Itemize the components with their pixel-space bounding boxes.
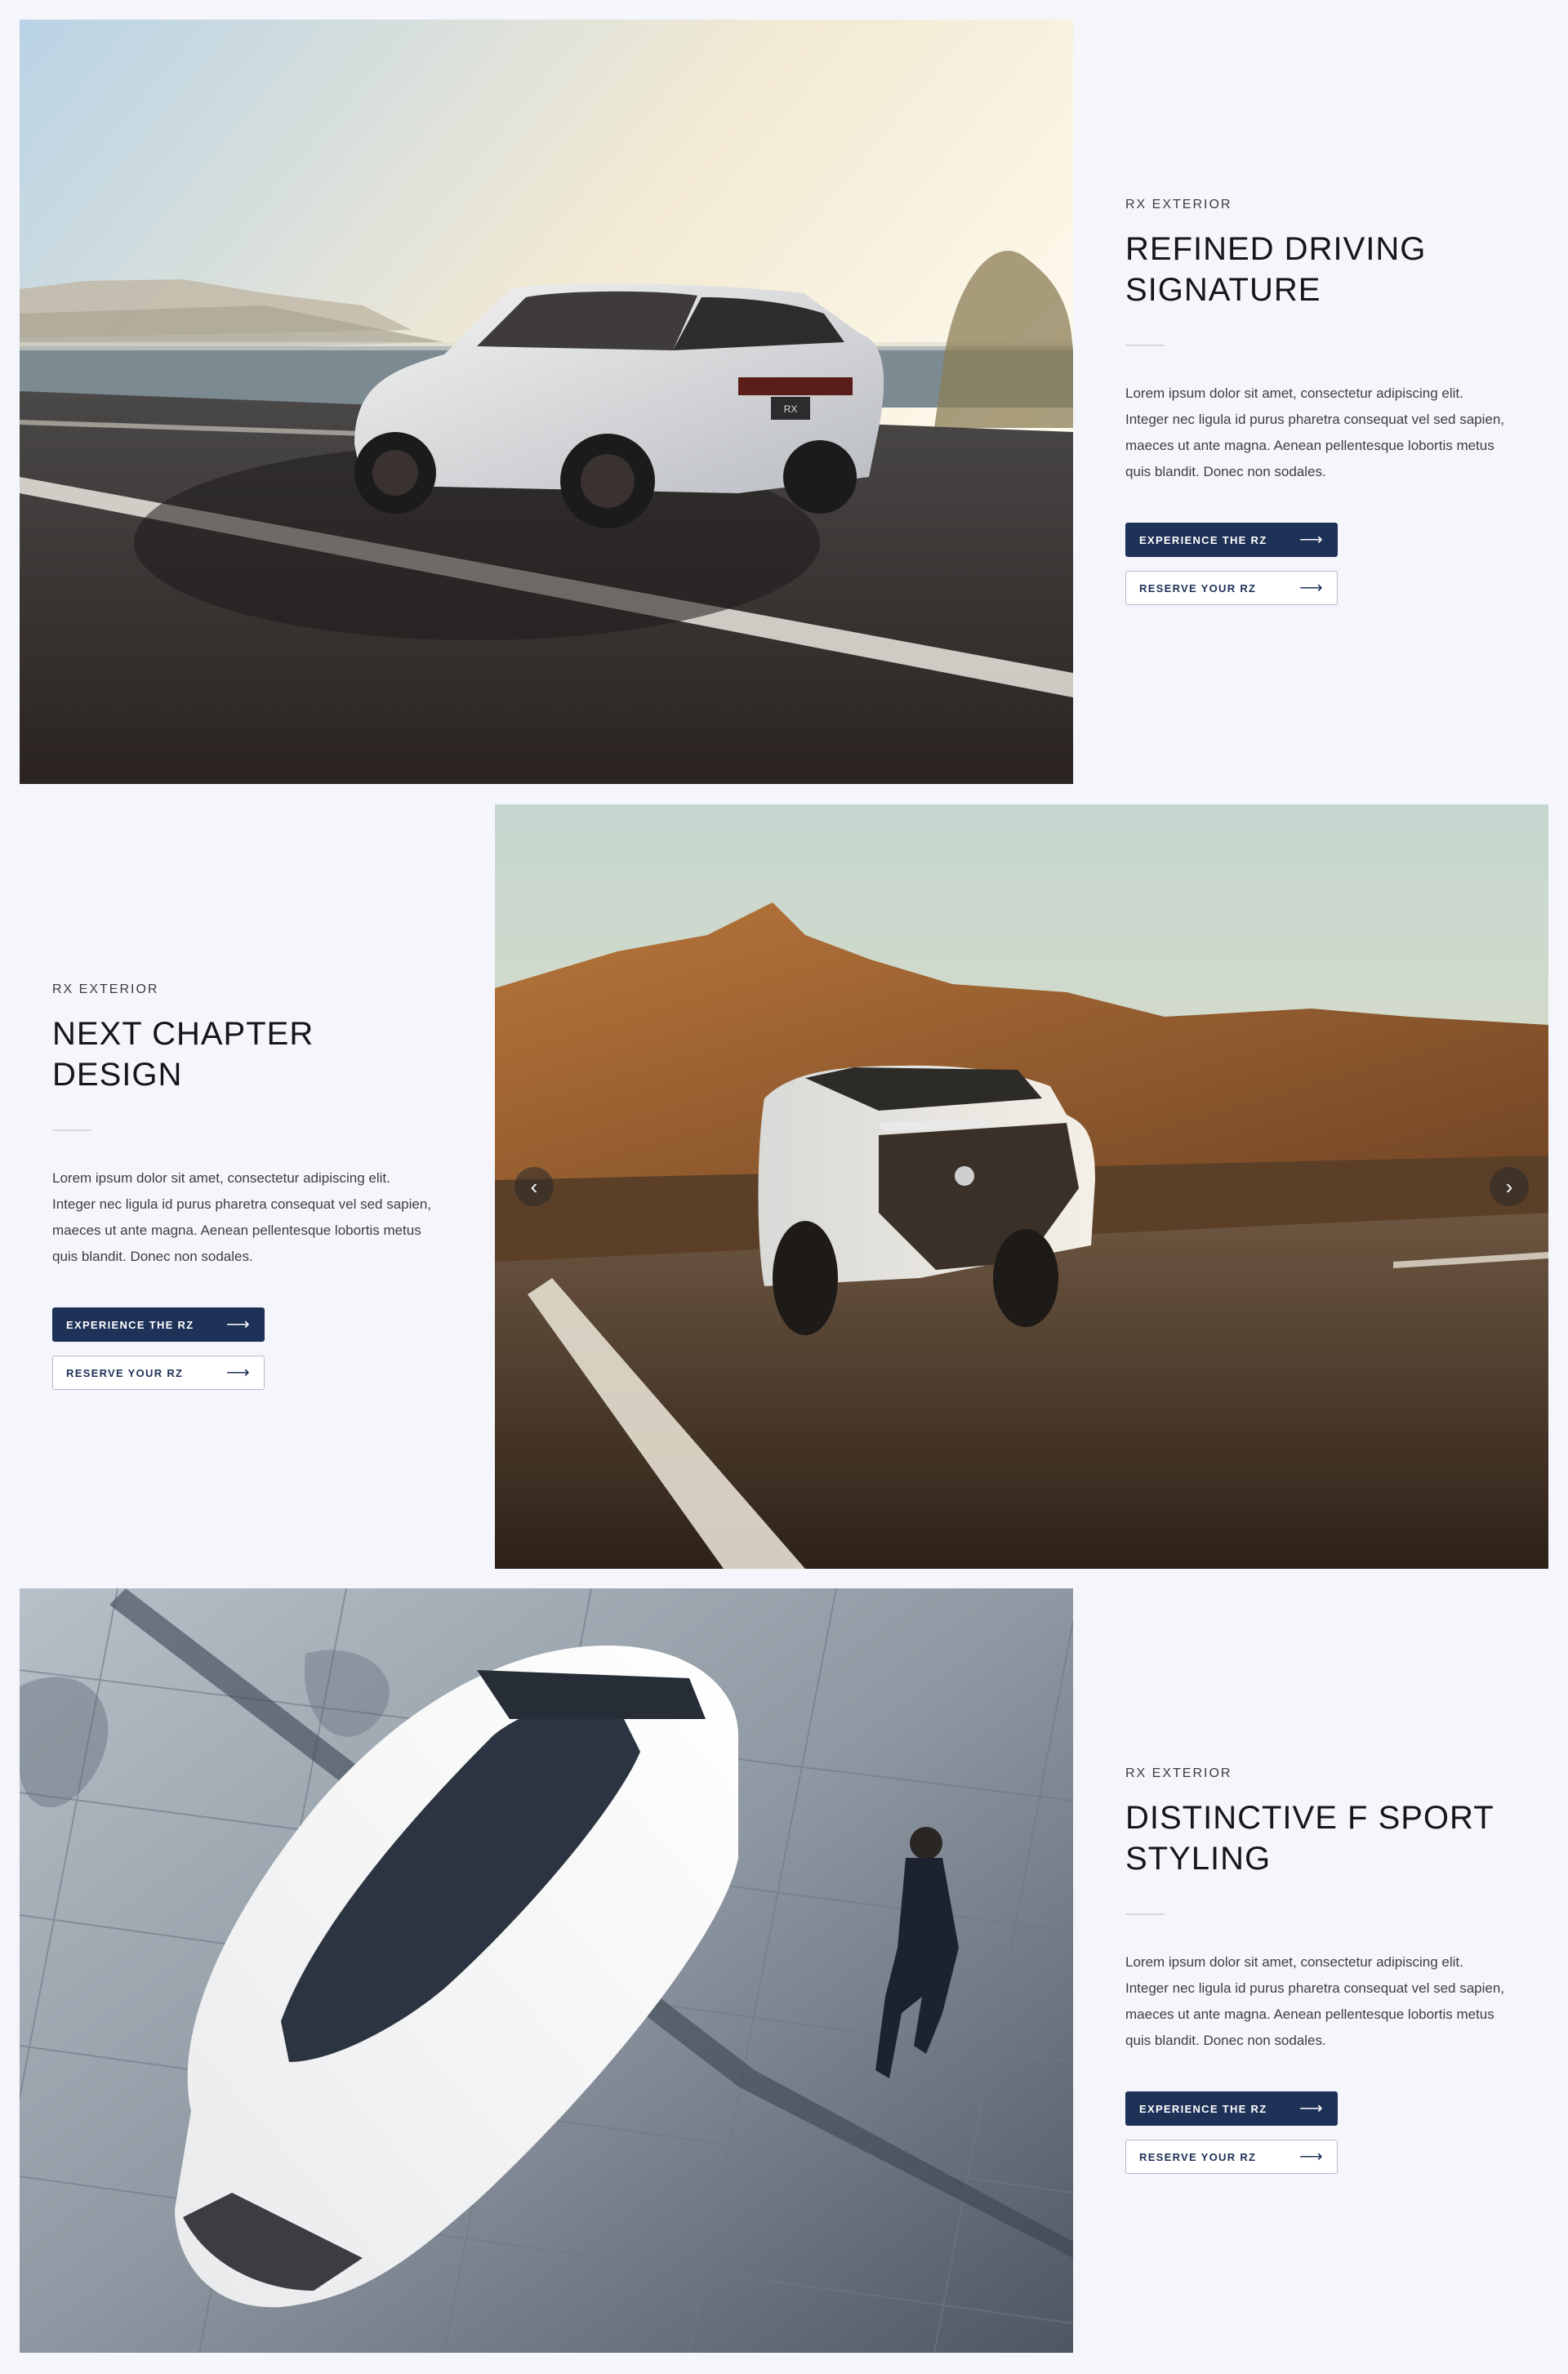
carousel-next-button[interactable]: › bbox=[1490, 1167, 1529, 1206]
text-block: RX EXTERIOR REFINED DRIVING SIGNATURE Lo… bbox=[1125, 198, 1517, 605]
eyebrow-label: RX EXTERIOR bbox=[52, 982, 159, 996]
divider bbox=[1125, 345, 1165, 346]
car-image-carousel: ‹ › bbox=[495, 804, 1548, 1569]
chevron-right-icon: › bbox=[1505, 1174, 1513, 1199]
divider bbox=[1125, 1913, 1165, 1915]
button-group: EXPERIENCE THE RZ ⟶ RESERVE YOUR RZ ⟶ bbox=[1125, 523, 1517, 605]
section-description: Lorem ipsum dolor sit amet, consectetur … bbox=[1125, 385, 1505, 479]
arrow-right-icon: ⟶ bbox=[1299, 2100, 1324, 2118]
section-title: REFINED DRIVING SIGNATURE bbox=[1125, 229, 1517, 310]
car-coastal-photo: RX bbox=[20, 20, 1073, 784]
chevron-left-icon: ‹ bbox=[530, 1174, 538, 1199]
experience-button[interactable]: EXPERIENCE THE RZ ⟶ bbox=[52, 1307, 265, 1342]
section-title-line-1: DISTINCTIVE F SPORT bbox=[1125, 1800, 1494, 1836]
arrow-right-icon: ⟶ bbox=[226, 1364, 251, 1382]
car-desert-photo bbox=[495, 804, 1548, 1569]
section-title-line-2: STYLING bbox=[1125, 1841, 1272, 1877]
divider bbox=[52, 1129, 91, 1131]
text-block: RX EXTERIOR DISTINCTIVE F SPORT STYLING … bbox=[1125, 1766, 1517, 2174]
experience-button-label: EXPERIENCE THE RZ bbox=[1139, 2102, 1267, 2115]
section-title-line-1: NEXT CHAPTER bbox=[52, 1016, 314, 1052]
reserve-button[interactable]: RESERVE YOUR RZ ⟶ bbox=[1125, 2140, 1338, 2174]
arrow-right-icon: ⟶ bbox=[1299, 531, 1324, 549]
carousel-prev-button[interactable]: ‹ bbox=[514, 1167, 554, 1206]
eyebrow-label: RX EXTERIOR bbox=[1125, 1766, 1232, 1780]
text-block: RX EXTERIOR NEXT CHAPTER DESIGN Lorem ip… bbox=[52, 982, 444, 1390]
section-title-line-2: DESIGN bbox=[52, 1057, 183, 1093]
section-title-line-2: SIGNATURE bbox=[1125, 272, 1321, 308]
feature-section-next-chapter: RX EXTERIOR NEXT CHAPTER DESIGN Lorem ip… bbox=[0, 804, 1568, 1569]
experience-button-label: EXPERIENCE THE RZ bbox=[1139, 533, 1267, 546]
eyebrow-label: RX EXTERIOR bbox=[1125, 198, 1232, 212]
section-title-line-1: REFINED DRIVING bbox=[1125, 231, 1427, 267]
experience-button[interactable]: EXPERIENCE THE RZ ⟶ bbox=[1125, 523, 1338, 557]
license-plate-text: RX bbox=[784, 403, 798, 415]
reserve-button-label: RESERVE YOUR RZ bbox=[1139, 2150, 1257, 2163]
experience-button[interactable]: EXPERIENCE THE RZ ⟶ bbox=[1125, 2091, 1338, 2126]
reserve-button[interactable]: RESERVE YOUR RZ ⟶ bbox=[52, 1356, 265, 1390]
feature-section-f-sport: RX EXTERIOR DISTINCTIVE F SPORT STYLING … bbox=[0, 1588, 1568, 2353]
arrow-right-icon: ⟶ bbox=[226, 1316, 251, 1334]
section-description: Lorem ipsum dolor sit amet, consectetur … bbox=[52, 1170, 432, 1264]
section-title: NEXT CHAPTER DESIGN bbox=[52, 1013, 444, 1095]
reserve-button-label: RESERVE YOUR RZ bbox=[66, 1366, 184, 1379]
car-overhead-photo bbox=[20, 1588, 1073, 2353]
arrow-right-icon: ⟶ bbox=[1299, 579, 1324, 597]
section-description: Lorem ipsum dolor sit amet, consectetur … bbox=[1125, 1954, 1505, 2048]
button-group: EXPERIENCE THE RZ ⟶ RESERVE YOUR RZ ⟶ bbox=[1125, 2091, 1517, 2174]
car-image-coastal-road: RX bbox=[20, 20, 1073, 784]
car-image-overhead bbox=[20, 1588, 1073, 2353]
reserve-button-label: RESERVE YOUR RZ bbox=[1139, 581, 1257, 595]
feature-section-refined-driving: RX RX EXTERIOR REFINED DRIVING SIGNATURE… bbox=[0, 20, 1568, 784]
button-group: EXPERIENCE THE RZ ⟶ RESERVE YOUR RZ ⟶ bbox=[52, 1307, 444, 1390]
section-title: DISTINCTIVE F SPORT STYLING bbox=[1125, 1797, 1517, 1879]
arrow-right-icon: ⟶ bbox=[1299, 2148, 1324, 2166]
reserve-button[interactable]: RESERVE YOUR RZ ⟶ bbox=[1125, 571, 1338, 605]
experience-button-label: EXPERIENCE THE RZ bbox=[66, 1318, 194, 1331]
